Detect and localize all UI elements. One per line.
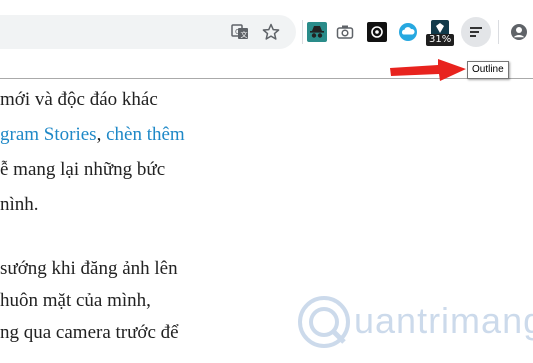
extension-icon[interactable] — [366, 21, 388, 43]
outline-icon — [470, 27, 482, 37]
annotation-arrow — [390, 59, 466, 81]
outline-tooltip: Outline — [467, 61, 509, 79]
cloud-extension-icon[interactable] — [397, 21, 419, 43]
address-bar[interactable] — [0, 15, 296, 49]
watermark-text: uantrimang — [354, 300, 533, 341]
article-line: sướng khi đăng ảnh lên — [0, 258, 178, 279]
toolbar-separator — [302, 20, 303, 44]
camera-icon[interactable] — [334, 21, 356, 43]
profile-icon[interactable] — [508, 21, 530, 43]
article-line: huôn mặt của mình, — [0, 290, 151, 311]
article-line: nình. — [0, 194, 39, 215]
article-link[interactable]: gram Stories — [0, 124, 97, 145]
watermark: uantrimang — [296, 292, 533, 352]
extension-badge: 31% — [426, 34, 455, 46]
article-line: gram Stories, chèn thêm — [0, 124, 185, 146]
article-line: ng qua camera trước để — [0, 322, 179, 343]
browser-toolbar: G 文 31% — [0, 0, 533, 62]
link-separator: , — [96, 124, 107, 145]
incognito-extension-icon[interactable] — [306, 21, 328, 43]
article-line: ễ mang lại những bức — [0, 159, 166, 180]
star-icon[interactable] — [260, 21, 282, 43]
toolbar-separator — [498, 20, 499, 44]
article-line: mới và độc đáo khác — [0, 89, 158, 110]
outline-button[interactable] — [461, 17, 491, 47]
svg-text:文: 文 — [241, 30, 248, 39]
translate-icon[interactable]: G 文 — [229, 21, 251, 43]
watermark-logo-icon — [298, 296, 350, 348]
article-link[interactable]: chèn thêm — [106, 124, 185, 145]
